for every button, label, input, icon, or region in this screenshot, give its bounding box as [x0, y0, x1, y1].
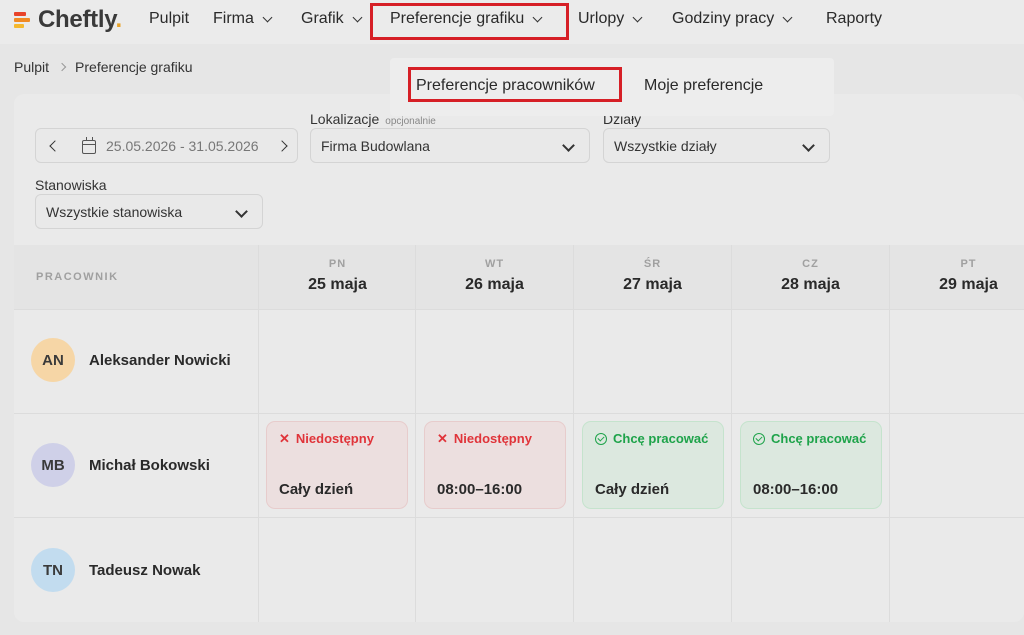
breadcrumb-item-current: Preferencje grafiku	[75, 59, 193, 75]
avatar: TN	[31, 548, 75, 592]
employee-name: Michał Bokowski	[89, 456, 210, 474]
grid-divider	[731, 245, 732, 622]
check-circle-icon	[595, 432, 607, 445]
chevron-down-icon	[782, 12, 793, 22]
grid-divider	[258, 245, 259, 622]
nav-label: Urlopy	[578, 10, 625, 27]
day-abbr: ŚR	[643, 258, 662, 270]
day-date: 27 maja	[623, 276, 682, 293]
preference-card[interactable]: ✕ Niedostępny 08:00–16:00	[424, 421, 566, 509]
employee-name: Tadeusz Nowak	[89, 561, 201, 579]
preference-time: 08:00–16:00	[753, 481, 839, 498]
preference-status: Chcę pracować	[595, 431, 708, 446]
avatar: MB	[31, 443, 75, 487]
preference-status: ✕ Niedostępny	[437, 431, 532, 446]
position-value: Wszystkie stanowiska	[46, 204, 183, 220]
department-select[interactable]: Wszystkie działy	[603, 128, 830, 163]
preference-status: Chcę pracować	[753, 431, 866, 446]
nav-label: Raporty	[826, 10, 883, 27]
day-date: 25 maja	[308, 276, 367, 293]
nav-highlight-box	[370, 3, 569, 40]
employee-row-header[interactable]: MB Michał Bokowski	[31, 443, 210, 487]
grid-divider	[14, 309, 1024, 310]
location-value: Firma Budowlana	[321, 138, 430, 154]
breadcrumb-item-pulpit[interactable]: Pulpit	[14, 59, 49, 75]
nav-item-grafik[interactable]: Grafik	[301, 10, 363, 28]
nav-item-urlopy[interactable]: Urlopy	[578, 10, 643, 28]
day-header-pn: PN 25 maja	[259, 258, 416, 294]
next-week-button[interactable]	[273, 137, 291, 155]
nav-label: Pulpit	[149, 10, 190, 27]
position-select[interactable]: Wszystkie stanowiska	[35, 194, 263, 229]
nav-item-pulpit[interactable]: Pulpit	[149, 10, 189, 28]
prev-week-button[interactable]	[46, 137, 64, 155]
employee-column-header: PRACOWNIK	[36, 271, 119, 283]
department-value: Wszystkie działy	[614, 138, 717, 154]
preference-time: Cały dzień	[279, 481, 354, 498]
day-abbr: WT	[484, 258, 505, 270]
menu-item-my-preferences[interactable]: Moje preferencje	[644, 77, 763, 95]
chevron-down-icon	[235, 205, 248, 218]
grid-divider	[415, 245, 416, 622]
nav-item-raporty[interactable]: Raporty	[826, 10, 882, 28]
preference-card[interactable]: Chcę pracować 08:00–16:00	[740, 421, 882, 509]
date-range-text[interactable]: 25.05.2026 - 31.05.2026	[106, 138, 259, 154]
avatar: AN	[31, 338, 75, 382]
chevron-down-icon	[262, 12, 273, 22]
chevron-down-icon	[802, 139, 815, 152]
day-date: 28 maja	[781, 276, 840, 293]
breadcrumb: Pulpit Preferencje grafiku	[14, 59, 193, 75]
chevron-right-icon	[276, 140, 288, 152]
day-header-cz: CZ 28 maja	[732, 258, 889, 294]
chevron-down-icon	[562, 139, 575, 152]
employee-row-header[interactable]: AN Aleksander Nowicki	[31, 338, 231, 382]
nav-item-firma[interactable]: Firma	[213, 10, 273, 28]
date-range-picker: 25.05.2026 - 31.05.2026	[35, 128, 298, 163]
preference-status: ✕ Niedostępny	[279, 431, 374, 446]
chevron-left-icon	[49, 140, 61, 152]
calendar-icon	[82, 137, 96, 154]
day-abbr: CZ	[802, 258, 819, 270]
employee-name: Aleksander Nowicki	[89, 351, 231, 369]
check-circle-icon	[753, 432, 765, 445]
day-header-wt: WT 26 maja	[416, 258, 573, 294]
day-date: 29 maja	[939, 276, 998, 293]
grid-divider	[14, 413, 1024, 414]
nav-item-godziny-pracy[interactable]: Godziny pracy	[672, 10, 793, 28]
logo-icon	[14, 11, 32, 29]
menu-highlight-box	[408, 67, 622, 102]
day-abbr: PT	[960, 258, 977, 270]
nav-label: Godziny pracy	[672, 10, 775, 27]
optional-hint: opcjonalnie	[385, 116, 436, 127]
nav-label: Grafik	[301, 10, 344, 27]
location-select[interactable]: Firma Budowlana	[310, 128, 590, 163]
preference-time: 08:00–16:00	[437, 481, 523, 498]
chevron-down-icon	[632, 12, 643, 22]
preference-time: Cały dzień	[595, 481, 670, 498]
grid-divider	[573, 245, 574, 622]
day-header-sr: ŚR 27 maja	[574, 258, 731, 294]
nav-label: Firma	[213, 10, 254, 27]
close-icon: ✕	[437, 431, 448, 446]
brand-name: Cheftly.	[38, 6, 122, 33]
grid-divider	[14, 517, 1024, 518]
chevron-right-icon	[57, 62, 67, 72]
app-logo[interactable]: Cheftly.	[14, 6, 122, 34]
employee-row-header[interactable]: TN Tadeusz Nowak	[31, 548, 200, 592]
day-header-pt: PT 29 maja	[890, 258, 1024, 294]
main-panel: 25.05.2026 - 31.05.2026 Lokalizacje opcjo…	[14, 94, 1024, 622]
position-label: Stanowiska	[35, 177, 107, 193]
day-date: 26 maja	[465, 276, 524, 293]
preference-card[interactable]: ✕ Niedostępny Cały dzień	[266, 421, 408, 509]
close-icon: ✕	[279, 431, 290, 446]
preference-card[interactable]: Chcę pracować Cały dzień	[582, 421, 724, 509]
chevron-down-icon	[352, 12, 363, 22]
day-abbr: PN	[328, 258, 347, 270]
grid-divider	[889, 245, 890, 622]
